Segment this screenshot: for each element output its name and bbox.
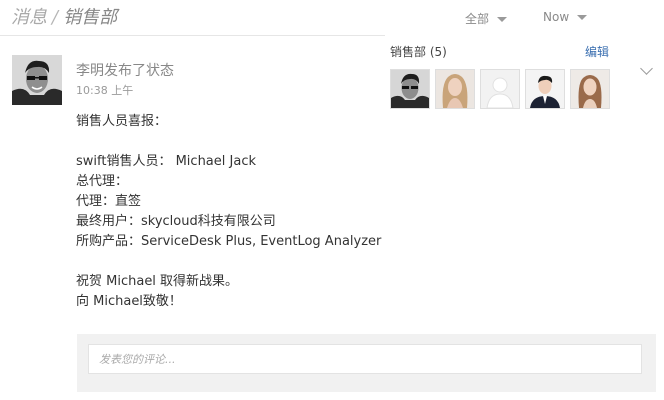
post-timestamp: 10:38 上午 <box>76 84 134 97</box>
breadcrumb-separator: / <box>52 7 59 28</box>
post-line: 销售人员喜报： <box>76 114 168 129</box>
caret-down-icon <box>577 15 588 20</box>
comment-input[interactable] <box>88 344 642 374</box>
sort-filter-label: Now <box>543 10 570 24</box>
post-body: 销售人员喜报： swift销售人员： Michael Jack 总代理： 代理：… <box>76 112 381 312</box>
comment-area <box>77 334 656 392</box>
edit-group-link[interactable]: 编辑 <box>585 43 609 60</box>
author-avatar[interactable] <box>12 55 62 105</box>
post-line: swift销售人员： Michael Jack <box>76 154 256 169</box>
breadcrumb-parent[interactable]: 消息 <box>11 7 47 28</box>
sort-filter-dropdown[interactable]: Now <box>543 10 588 24</box>
group-title: 销售部 (5) <box>390 45 447 59</box>
member-avatar[interactable] <box>525 69 565 109</box>
chevron-down-icon[interactable] <box>640 62 653 75</box>
post-author-action[interactable]: 李明发布了状态 <box>76 60 174 80</box>
post-line: 所购产品：ServiceDesk Plus, EventLog Analyzer <box>76 234 382 249</box>
member-avatar[interactable] <box>480 69 520 109</box>
post-line: 向 Michael致敬！ <box>76 294 182 309</box>
scope-filter-label: 全部 <box>465 12 490 26</box>
header-divider <box>0 35 385 36</box>
member-avatar[interactable] <box>570 69 610 109</box>
post-line: 祝贺 Michael 取得新战果。 <box>76 274 239 289</box>
caret-down-icon <box>497 17 508 22</box>
post-line: 最终用户：skycloud科技有限公司 <box>76 214 276 229</box>
post-line: 代理：直签 <box>76 194 142 209</box>
member-avatar[interactable] <box>435 69 475 109</box>
scope-filter-dropdown[interactable]: 全部 <box>465 10 508 27</box>
post-line: 总代理： <box>76 174 129 189</box>
breadcrumb: 消息 / 销售部 <box>11 3 117 29</box>
member-avatar[interactable] <box>390 69 430 109</box>
breadcrumb-current: 销售部 <box>63 7 118 28</box>
